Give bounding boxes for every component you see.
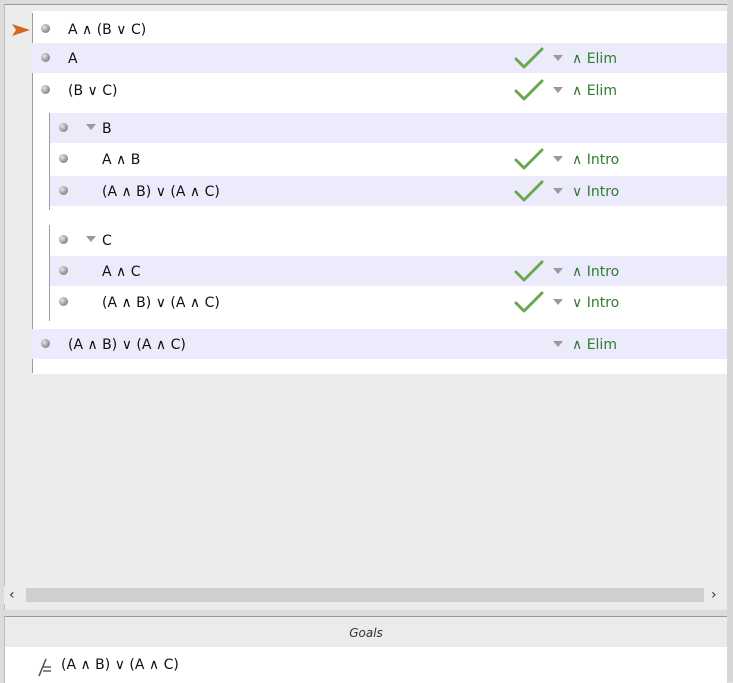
rule-label[interactable]: ∧ Elim <box>572 336 617 354</box>
window-edge <box>727 0 733 681</box>
rule-label[interactable]: ∧ Intro <box>572 151 619 169</box>
line-bullet-icon[interactable] <box>59 266 68 275</box>
proof-line-8[interactable]: (A ∧ B) ∨ (A ∧ C) ∨ Intro <box>50 287 727 317</box>
collapse-subproof-icon[interactable] <box>86 236 96 242</box>
goals-panel: Goals (A ∧ B) ∨ (A ∧ C) <box>4 616 727 683</box>
horizontal-scrollbar[interactable]: ‹ › <box>4 586 726 604</box>
formula-text[interactable]: (A ∧ B) ∨ (A ∧ C) <box>102 294 220 312</box>
collapse-subproof-icon[interactable] <box>86 124 96 130</box>
goal-formula[interactable]: (A ∧ B) ∨ (A ∧ C) <box>61 656 179 674</box>
goals-title: Goals <box>5 617 727 647</box>
rule-label[interactable]: ∧ Intro <box>572 263 619 281</box>
scrollbar-thumb[interactable] <box>26 588 704 602</box>
proof-line-2[interactable]: (B ∨ C) ∧ Elim <box>31 75 727 105</box>
rule-dropdown-icon[interactable] <box>553 341 563 347</box>
proof-line-7[interactable]: A ∧ C ∧ Intro <box>50 256 727 286</box>
proof-panel: A ∧ (B ∨ C) A ∧ Elim (B ∨ C) ∧ Elim B A … <box>4 4 727 610</box>
proof-line-3-assumption[interactable]: B <box>50 113 727 143</box>
checkmark-icon <box>514 260 544 282</box>
checkmark-icon <box>514 79 544 101</box>
rule-dropdown-icon[interactable] <box>553 188 563 194</box>
line-bullet-icon[interactable] <box>41 24 50 33</box>
proof-line-6-assumption[interactable]: C <box>50 225 727 255</box>
formula-text[interactable]: A ∧ C <box>102 263 141 281</box>
proof-line-9[interactable]: (A ∧ B) ∨ (A ∧ C) ∧ Elim <box>31 329 727 359</box>
rule-dropdown-icon[interactable] <box>553 156 563 162</box>
turnstile-icon <box>38 658 51 677</box>
proof-line-premise[interactable]: A ∧ (B ∨ C) <box>31 14 727 44</box>
checkmark-icon <box>514 291 544 313</box>
rule-dropdown-icon[interactable] <box>553 87 563 93</box>
scroll-right-icon[interactable]: › <box>711 586 717 604</box>
formula-text[interactable]: (A ∧ B) ∨ (A ∧ C) <box>102 183 220 201</box>
formula-text[interactable]: (A ∧ B) ∨ (A ∧ C) <box>68 336 186 354</box>
formula-text[interactable]: (B ∨ C) <box>68 82 117 100</box>
formula-text[interactable]: B <box>102 120 112 138</box>
formula-text[interactable]: A ∧ (B ∨ C) <box>68 21 146 39</box>
checkmark-icon <box>514 148 544 170</box>
rule-label[interactable]: ∨ Intro <box>572 183 619 201</box>
line-bullet-icon[interactable] <box>41 85 50 94</box>
line-bullet-icon[interactable] <box>59 123 68 132</box>
rule-dropdown-icon[interactable] <box>553 55 563 61</box>
formula-text[interactable]: A <box>68 50 78 68</box>
formula-text[interactable]: A ∧ B <box>102 151 140 169</box>
line-bullet-icon[interactable] <box>59 154 68 163</box>
rule-dropdown-icon[interactable] <box>553 268 563 274</box>
proof-line-5[interactable]: (A ∧ B) ∨ (A ∧ C) ∨ Intro <box>50 176 727 206</box>
checkmark-icon <box>514 47 544 69</box>
checkmark-icon <box>514 180 544 202</box>
line-bullet-icon[interactable] <box>59 186 68 195</box>
rule-label[interactable]: ∨ Intro <box>572 294 619 312</box>
rule-dropdown-icon[interactable] <box>553 299 563 305</box>
rule-label[interactable]: ∧ Elim <box>572 82 617 100</box>
line-bullet-icon[interactable] <box>59 297 68 306</box>
scroll-left-icon[interactable]: ‹ <box>9 586 15 604</box>
line-bullet-icon[interactable] <box>59 235 68 244</box>
line-bullet-icon[interactable] <box>41 339 50 348</box>
rule-label[interactable]: ∧ Elim <box>572 50 617 68</box>
line-bullet-icon[interactable] <box>41 53 50 62</box>
formula-text[interactable]: C <box>102 232 112 250</box>
proof-line-1[interactable]: A ∧ Elim <box>31 43 727 73</box>
current-line-arrow-icon <box>12 24 30 36</box>
proof-line-4[interactable]: A ∧ B ∧ Intro <box>50 144 727 174</box>
